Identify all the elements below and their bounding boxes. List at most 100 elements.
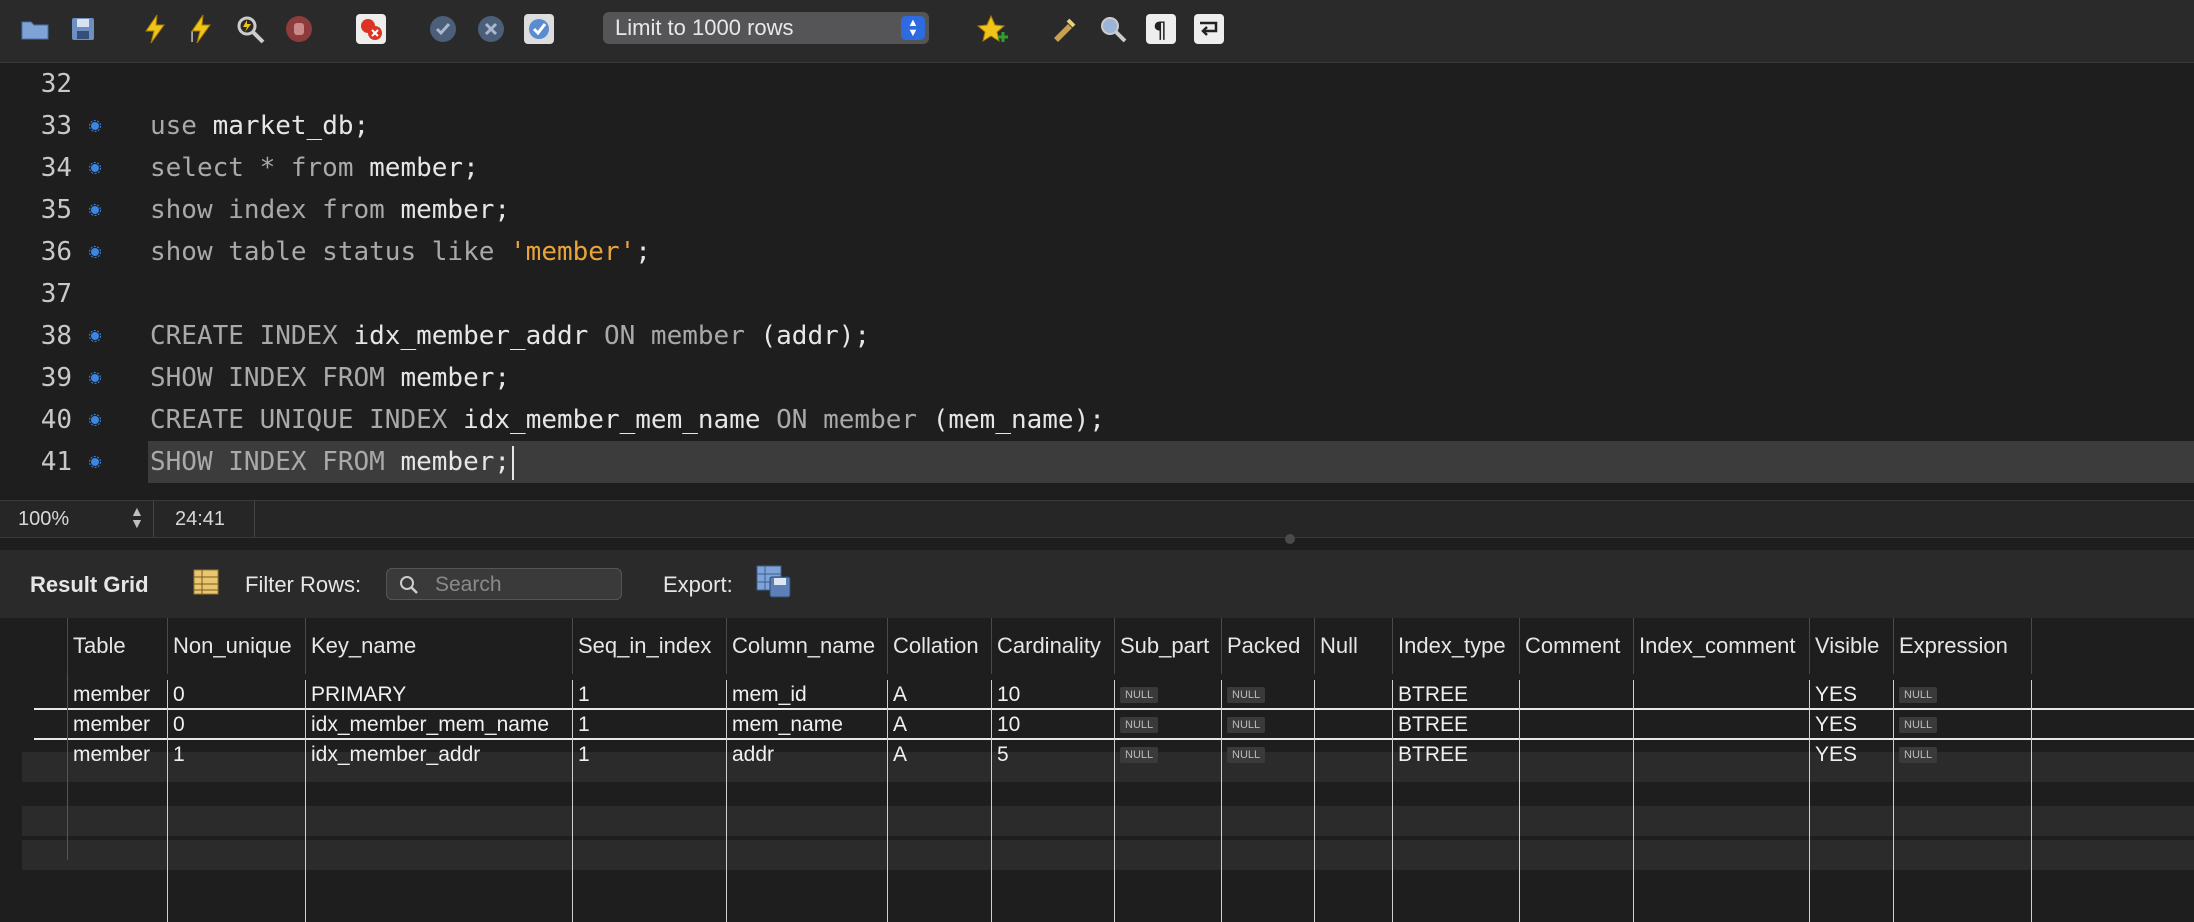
header-divider[interactable] — [67, 618, 68, 674]
column-divider[interactable] — [991, 680, 992, 922]
open-folder-icon[interactable] — [18, 12, 52, 46]
table-cell[interactable] — [1520, 710, 1634, 740]
table-cell[interactable]: 10 — [992, 680, 1115, 710]
table-cell[interactable]: NULL — [1222, 680, 1315, 710]
table-cell[interactable]: NULL — [1894, 710, 2032, 740]
table-cell[interactable] — [1520, 740, 1634, 770]
column-header[interactable]: Cardinality — [992, 618, 1115, 674]
column-divider[interactable] — [1893, 680, 1894, 922]
column-divider[interactable] — [1314, 680, 1315, 922]
header-divider[interactable] — [1519, 618, 1520, 674]
column-header[interactable]: Table — [68, 618, 168, 674]
column-divider[interactable] — [887, 680, 888, 922]
execute-icon[interactable] — [138, 12, 172, 46]
header-divider[interactable] — [991, 618, 992, 674]
header-divider[interactable] — [305, 618, 306, 674]
header-divider[interactable] — [2031, 618, 2032, 674]
table-cell[interactable] — [1520, 680, 1634, 710]
filter-search-field[interactable] — [386, 568, 622, 600]
column-divider[interactable] — [1221, 680, 1222, 922]
column-header[interactable]: Seq_in_index — [573, 618, 727, 674]
table-cell[interactable]: NULL — [1115, 740, 1222, 770]
editor-line[interactable]: 37 — [0, 273, 2194, 315]
sql-editor[interactable]: 32 33 use market_db; 34 select * from member… — [0, 63, 2194, 500]
editor-line[interactable]: 36 show table status like 'member'; — [0, 231, 2194, 273]
table-cell[interactable]: member — [68, 710, 168, 740]
table-cell[interactable]: PRIMARY — [306, 680, 573, 710]
invisible-chars-icon[interactable]: ¶ — [1144, 12, 1178, 46]
column-header[interactable]: Sub_part — [1115, 618, 1222, 674]
editor-line[interactable]: 35 show index from member; — [0, 189, 2194, 231]
zoom-level[interactable]: 100% — [18, 508, 69, 531]
wrap-lines-icon[interactable] — [1192, 12, 1226, 46]
result-grid-tab[interactable]: Result Grid — [30, 572, 149, 598]
table-row[interactable]: member 0 PRIMARY 1 mem_id A 10 NULL NULL BTREE YES… — [0, 680, 2194, 710]
table-cell[interactable] — [1315, 680, 1393, 710]
table-cell[interactable]: 1 — [573, 680, 727, 710]
table-cell[interactable]: member — [68, 740, 168, 770]
table-cell[interactable]: NULL — [1222, 710, 1315, 740]
table-cell[interactable]: 0 — [168, 710, 306, 740]
save-icon[interactable] — [66, 12, 100, 46]
header-divider[interactable] — [887, 618, 888, 674]
column-header[interactable]: Index_comment — [1634, 618, 1810, 674]
table-cell[interactable]: NULL — [1894, 680, 2032, 710]
column-header[interactable]: Column_name — [727, 618, 888, 674]
header-divider[interactable] — [1392, 618, 1393, 674]
panel-splitter-handle[interactable] — [1285, 534, 1295, 544]
table-cell[interactable]: NULL — [1894, 740, 2032, 770]
table-cell[interactable]: member — [68, 680, 168, 710]
table-cell[interactable]: idx_member_mem_name — [306, 710, 573, 740]
header-divider[interactable] — [1809, 618, 1810, 674]
table-cell[interactable]: YES — [1810, 710, 1894, 740]
zoom-stepper-icon[interactable]: ▲ ▼ — [130, 504, 144, 530]
column-header[interactable]: Null — [1315, 618, 1393, 674]
stop-icon[interactable] — [282, 12, 316, 46]
rollback-icon[interactable] — [474, 12, 508, 46]
table-cell[interactable]: mem_name — [727, 710, 888, 740]
column-divider[interactable] — [1392, 680, 1393, 922]
editor-line[interactable]: 41 SHOW INDEX FROM member; — [0, 441, 2194, 483]
table-cell[interactable] — [1634, 710, 1810, 740]
grid-view-icon[interactable] — [192, 568, 220, 601]
result-grid[interactable]: Table Non_unique Key_name Seq_in_index Colum… — [0, 618, 2194, 922]
table-cell[interactable]: YES — [1810, 680, 1894, 710]
add-snippet-icon[interactable] — [977, 12, 1011, 46]
table-cell[interactable]: 5 — [992, 740, 1115, 770]
table-cell[interactable]: YES — [1810, 740, 1894, 770]
table-cell[interactable]: 1 — [573, 710, 727, 740]
column-header[interactable]: Visible — [1810, 618, 1894, 674]
table-cell[interactable] — [1634, 680, 1810, 710]
column-header[interactable]: Key_name — [306, 618, 573, 674]
table-cell[interactable]: 0 — [168, 680, 306, 710]
column-divider[interactable] — [2031, 680, 2032, 922]
table-row[interactable]: member 1 idx_member_addr 1 addr A 5 NULL NULL BTR… — [0, 740, 2194, 770]
table-cell[interactable]: BTREE — [1393, 680, 1520, 710]
column-divider[interactable] — [167, 680, 168, 922]
column-divider[interactable] — [1519, 680, 1520, 922]
column-header[interactable]: Expression — [1894, 618, 2032, 674]
execute-current-icon[interactable]: I — [184, 12, 218, 46]
editor-line[interactable]: 40 CREATE UNIQUE INDEX idx_member_mem_nam… — [0, 399, 2194, 441]
column-header[interactable]: Collation — [888, 618, 992, 674]
editor-line[interactable]: 34 select * from member; — [0, 147, 2194, 189]
header-divider[interactable] — [167, 618, 168, 674]
header-divider[interactable] — [1633, 618, 1634, 674]
column-header[interactable]: Non_unique — [168, 618, 306, 674]
column-divider[interactable] — [1809, 680, 1810, 922]
editor-line[interactable]: 39 SHOW INDEX FROM member; — [0, 357, 2194, 399]
column-header[interactable]: Comment — [1520, 618, 1634, 674]
table-cell[interactable] — [1315, 710, 1393, 740]
beautify-icon[interactable] — [1048, 12, 1082, 46]
table-cell[interactable] — [1634, 740, 1810, 770]
header-divider[interactable] — [1893, 618, 1894, 674]
toggle-error-icon[interactable] — [354, 12, 388, 46]
header-divider[interactable] — [1221, 618, 1222, 674]
limit-rows-select[interactable]: Limit to 1000 rows ▲ ▼ — [603, 12, 929, 44]
table-cell[interactable]: 10 — [992, 710, 1115, 740]
table-cell[interactable]: 1 — [168, 740, 306, 770]
explain-icon[interactable] — [234, 12, 268, 46]
autocommit-icon[interactable] — [522, 12, 556, 46]
column-divider[interactable] — [726, 680, 727, 922]
table-cell[interactable]: A — [888, 740, 992, 770]
